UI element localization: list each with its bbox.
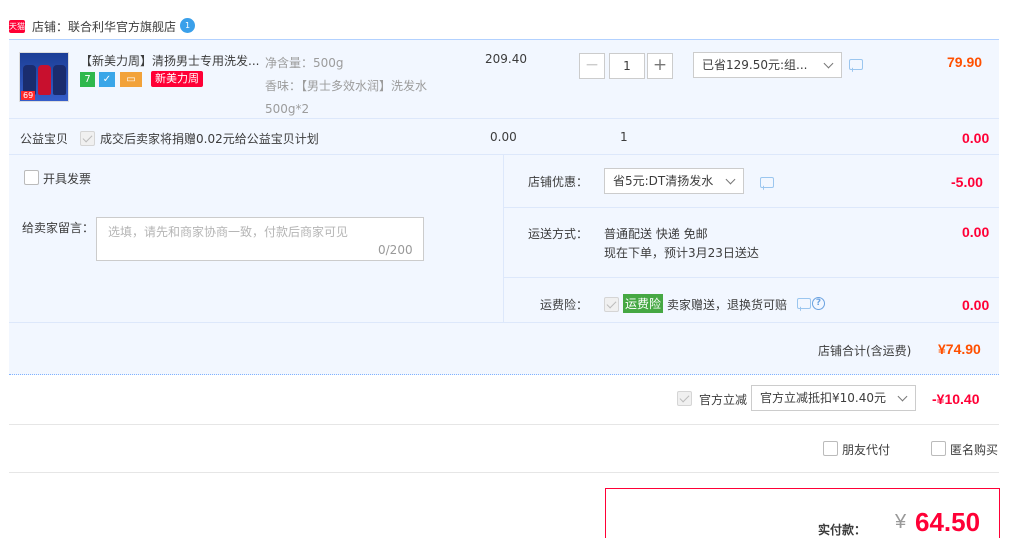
credit-card-icon: ▭ [120, 72, 142, 87]
bottle-icon [53, 65, 66, 95]
bottle-icon [38, 65, 51, 95]
shipping-method: 普通配送 快递 免邮 [604, 227, 708, 241]
divider [9, 322, 999, 323]
chevron-down-icon [897, 391, 908, 402]
quantity-increase-button[interactable]: + [647, 53, 673, 79]
insurance-label: 运费险： [540, 298, 589, 312]
help-icon[interactable]: ? [812, 297, 825, 310]
charity-checkbox[interactable] [80, 131, 95, 146]
friend-pay-label: 朋友代付 [842, 443, 891, 457]
charity-quantity: 1 [620, 130, 628, 144]
charity-label: 公益宝贝 [20, 132, 69, 146]
store-discount-select[interactable]: 省5元:DT清扬发水 [604, 168, 744, 194]
message-icon[interactable] [797, 298, 811, 309]
friend-pay-checkbox[interactable] [823, 441, 838, 456]
product-title-link[interactable]: 【新美力周】清扬男士专用洗发... [80, 52, 260, 69]
quantity-input[interactable]: 1 [609, 53, 645, 79]
anonymous-label: 匿名购买 [950, 443, 999, 457]
thumb-price-tag: 69 [21, 91, 36, 100]
message-label: 给卖家留言： [22, 221, 95, 235]
payment-currency: ¥ [895, 511, 907, 533]
payment-amount: 64.50 [915, 507, 981, 537]
divider [9, 472, 999, 473]
tmall-badge: 天猫 [9, 20, 25, 33]
store-total-label: 店铺合计(含运费) [818, 344, 912, 358]
invoice-checkbox[interactable] [24, 170, 39, 185]
quantity-decrease-button[interactable]: − [579, 53, 605, 79]
sku-info: 净含量：500g 香味：【男士多效水润】洗发水500g*2 [265, 52, 450, 121]
chevron-down-icon [823, 58, 834, 69]
genuine-guarantee-icon: ✓ [99, 72, 115, 87]
item-discount-select[interactable]: 已省129.50元:组... [693, 52, 842, 78]
divider [9, 424, 999, 425]
payment-label: 实付款： [818, 523, 867, 537]
charity-price: 0.00 [490, 130, 517, 144]
message-char-counter: 0/200 [378, 243, 413, 257]
message-icon[interactable] [760, 177, 774, 188]
shipping-label: 运送方式： [528, 227, 589, 241]
insurance-amount: 0.00 [962, 297, 990, 313]
shipping-eta: 现在下单，预计3月23日送达 [604, 246, 759, 260]
divider [9, 154, 999, 155]
insurance-tag: 运费险 [623, 294, 664, 313]
divider [503, 155, 504, 323]
official-discount-amount: -¥10.40 [932, 391, 980, 407]
product-thumbnail[interactable]: 69 [19, 52, 69, 102]
store-discount-label: 店铺优惠： [528, 175, 589, 189]
charity-text: 成交后卖家将捐赠0.02元给公益宝贝计划 [100, 132, 319, 146]
shipping-amount: 0.00 [962, 224, 990, 240]
anonymous-checkbox[interactable] [931, 441, 946, 456]
divider [9, 118, 999, 119]
official-discount-select[interactable]: 官方立减抵扣¥10.40元 [751, 385, 916, 411]
message-icon[interactable] [849, 59, 863, 70]
invoice-label: 开具发票 [43, 172, 92, 186]
sku-weight: 净含量：500g [265, 56, 344, 70]
divider [504, 207, 999, 208]
divider [504, 277, 999, 278]
insurance-checkbox[interactable] [604, 297, 619, 312]
official-discount-checkbox[interactable] [677, 391, 692, 406]
chevron-down-icon [725, 174, 736, 185]
store-discount-amount: -5.00 [951, 174, 983, 190]
store-discount-select-value: 省5元:DT清扬发水 [613, 174, 714, 188]
official-discount-select-value: 官方立减抵扣¥10.40元 [760, 391, 886, 405]
message-placeholder: 选填，请先和商家协商一致，付款后商家可见 [108, 225, 349, 239]
unit-price: 209.40 [485, 52, 527, 66]
store-name-link[interactable]: 店铺：联合利华官方旗舰店 [32, 18, 176, 35]
insurance-text: 卖家赠送，退换货可赔 [667, 298, 788, 312]
item-discount-select-value: 已省129.50元:组... [702, 58, 808, 72]
sku-flavor: 香味：【男士多效水润】洗发水500g*2 [265, 79, 428, 116]
official-discount-label: 官方立减 [699, 393, 748, 407]
promo-badge: 新美力周 [151, 71, 203, 87]
seven-day-return-icon: 7 [80, 72, 95, 87]
wangwang-chat-icon[interactable]: 1 [180, 18, 195, 33]
item-subtotal: 79.90 [947, 54, 983, 70]
charity-subtotal: 0.00 [962, 130, 990, 146]
store-total-amount: ¥74.90 [938, 341, 981, 357]
